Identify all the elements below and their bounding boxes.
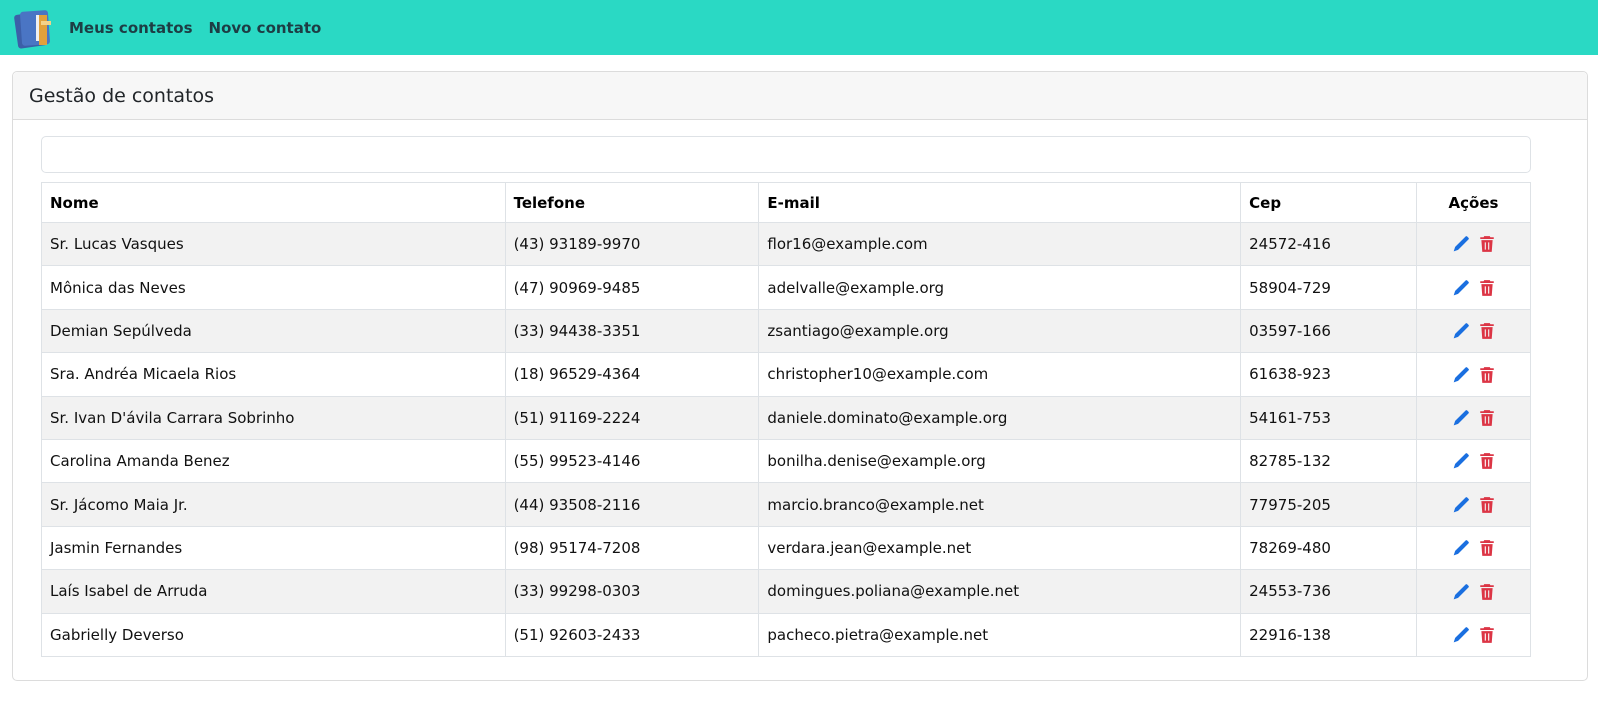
- table-row: Demian Sepúlveda (33) 94438-3351 zsantiago…: [41, 308, 1531, 354]
- table-row: Gabrielly Deverso (51) 92603-2433 pacheco.…: [41, 612, 1531, 657]
- cell-nome: Laís Isabel de Arruda: [41, 569, 506, 614]
- cell-acoes: [1416, 438, 1531, 484]
- cell-cep: 77975-205: [1240, 482, 1418, 527]
- header-telefone: Telefone: [504, 182, 760, 223]
- header-email: E-mail: [758, 182, 1242, 223]
- cell-email: pacheco.pietra@example.net: [758, 612, 1242, 657]
- pencil-icon[interactable]: [1452, 409, 1470, 427]
- cell-email: bonilha.denise@example.org: [758, 438, 1242, 484]
- cell-acoes: [1416, 482, 1531, 527]
- cell-email: marcio.branco@example.net: [758, 482, 1242, 527]
- cell-email: daniele.dominato@example.org: [758, 395, 1242, 440]
- header-acoes: Ações: [1416, 182, 1531, 223]
- pencil-icon[interactable]: [1452, 539, 1470, 557]
- table-row: Laís Isabel de Arruda (33) 99298-0303 domi…: [41, 569, 1531, 614]
- cell-telefone: (18) 96529-4364: [504, 352, 760, 397]
- cell-email: christopher10@example.com: [758, 352, 1242, 397]
- table-row: Sr. Jácomo Maia Jr. (44) 93508-2116 marcio…: [41, 482, 1531, 527]
- nav-link-novo-contato[interactable]: Novo contato: [209, 19, 322, 37]
- cell-telefone: (51) 92603-2433: [504, 612, 760, 657]
- trash-icon[interactable]: [1478, 322, 1496, 340]
- trash-icon[interactable]: [1478, 452, 1496, 470]
- cell-nome: Sr. Jácomo Maia Jr.: [41, 482, 506, 527]
- cell-acoes: [1416, 395, 1531, 440]
- table-row: Sr. Lucas Vasques (43) 93189-9970 flor16@e…: [41, 221, 1531, 267]
- cell-telefone: (51) 91169-2224: [504, 395, 760, 440]
- cell-telefone: (47) 90969-9485: [504, 265, 760, 310]
- cell-cep: 82785-132: [1240, 438, 1418, 484]
- cell-acoes: [1416, 569, 1531, 614]
- cell-acoes: [1416, 352, 1531, 397]
- table-row: Jasmin Fernandes (98) 95174-7208 verdara.j…: [41, 525, 1531, 571]
- cell-cep: 24553-736: [1240, 569, 1418, 614]
- cell-email: zsantiago@example.org: [758, 308, 1242, 354]
- contacts-card: Gestão de contatos Nome Telefone E-mail …: [12, 71, 1588, 681]
- table-header-row: Nome Telefone E-mail Cep Ações: [41, 182, 1531, 223]
- pencil-icon[interactable]: [1452, 496, 1470, 514]
- cell-cep: 24572-416: [1240, 221, 1418, 267]
- cell-telefone: (44) 93508-2116: [504, 482, 760, 527]
- cell-telefone: (43) 93189-9970: [504, 221, 760, 267]
- cell-telefone: (33) 99298-0303: [504, 569, 760, 614]
- pencil-icon[interactable]: [1452, 366, 1470, 384]
- cell-telefone: (33) 94438-3351: [504, 308, 760, 354]
- pencil-icon[interactable]: [1452, 583, 1470, 601]
- cell-nome: Mônica das Neves: [41, 265, 506, 310]
- cell-telefone: (55) 99523-4146: [504, 438, 760, 484]
- pencil-icon[interactable]: [1452, 322, 1470, 340]
- pencil-icon[interactable]: [1452, 452, 1470, 470]
- card-header: Gestão de contatos: [13, 72, 1587, 120]
- pencil-icon[interactable]: [1452, 626, 1470, 644]
- pencil-icon[interactable]: [1452, 279, 1470, 297]
- trash-icon[interactable]: [1478, 583, 1496, 601]
- contacts-table: Nome Telefone E-mail Cep Ações Sr. Lucas…: [41, 182, 1531, 657]
- cell-cep: 78269-480: [1240, 525, 1418, 571]
- cell-email: adelvalle@example.org: [758, 265, 1242, 310]
- trash-icon[interactable]: [1478, 409, 1496, 427]
- cell-nome: Gabrielly Deverso: [41, 612, 506, 657]
- trash-icon[interactable]: [1478, 539, 1496, 557]
- trash-icon[interactable]: [1478, 366, 1496, 384]
- cell-cep: 54161-753: [1240, 395, 1418, 440]
- cell-nome: Carolina Amanda Benez: [41, 438, 506, 484]
- cell-nome: Sr. Ivan D'ávila Carrara Sobrinho: [41, 395, 506, 440]
- cell-cep: 61638-923: [1240, 352, 1418, 397]
- header-nome: Nome: [41, 182, 506, 223]
- cell-nome: Demian Sepúlveda: [41, 308, 506, 354]
- cell-email: domingues.poliana@example.net: [758, 569, 1242, 614]
- address-book-logo-icon[interactable]: [12, 7, 54, 49]
- top-navbar: Meus contatos Novo contato: [0, 0, 1598, 55]
- cell-nome: Sr. Lucas Vasques: [41, 221, 506, 267]
- trash-icon[interactable]: [1478, 626, 1496, 644]
- cell-acoes: [1416, 612, 1531, 657]
- table-row: Mônica das Neves (47) 90969-9485 adelvalle…: [41, 265, 1531, 310]
- header-cep: Cep: [1240, 182, 1418, 223]
- trash-icon[interactable]: [1478, 496, 1496, 514]
- table-row: Sr. Ivan D'ávila Carrara Sobrinho (51) 91…: [41, 395, 1531, 440]
- cell-acoes: [1416, 265, 1531, 310]
- trash-icon[interactable]: [1478, 279, 1496, 297]
- cell-nome: Jasmin Fernandes: [41, 525, 506, 571]
- cell-nome: Sra. Andréa Micaela Rios: [41, 352, 506, 397]
- trash-icon[interactable]: [1478, 235, 1496, 253]
- nav-link-meus-contatos[interactable]: Meus contatos: [69, 19, 193, 37]
- cell-acoes: [1416, 221, 1531, 267]
- pencil-icon[interactable]: [1452, 235, 1470, 253]
- cell-cep: 58904-729: [1240, 265, 1418, 310]
- cell-acoes: [1416, 308, 1531, 354]
- cell-cep: 03597-166: [1240, 308, 1418, 354]
- cell-acoes: [1416, 525, 1531, 571]
- search-input[interactable]: [41, 136, 1531, 173]
- cell-email: verdara.jean@example.net: [758, 525, 1242, 571]
- table-row: Carolina Amanda Benez (55) 99523-4146 boni…: [41, 438, 1531, 484]
- cell-cep: 22916-138: [1240, 612, 1418, 657]
- cell-email: flor16@example.com: [758, 221, 1242, 267]
- table-row: Sra. Andréa Micaela Rios (18) 96529-4364 c…: [41, 352, 1531, 397]
- page-title: Gestão de contatos: [29, 84, 215, 107]
- cell-telefone: (98) 95174-7208: [504, 525, 760, 571]
